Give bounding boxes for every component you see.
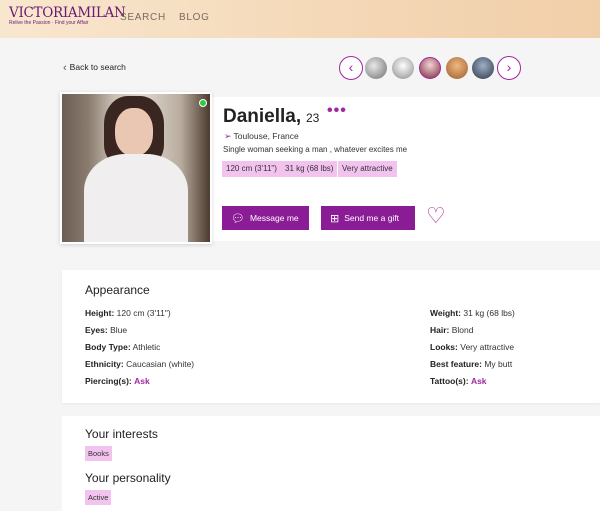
interests-title: Your interests [85,427,158,441]
back-link-label: Back to search [69,62,126,72]
location-text: Toulouse, France [233,131,299,141]
appearance-row: Eyes: Blue [85,325,127,335]
send-gift-label: Send me a gift [344,213,400,223]
profile-thumbnail[interactable] [392,57,414,79]
logo-text: VICTORIAMILAN [9,5,126,21]
profile-thumbnail[interactable] [365,57,387,79]
ask-link[interactable]: Ask [134,376,150,386]
row-label: Hair: [430,325,450,335]
personality-tag: Active [85,490,112,505]
photo-face [115,108,153,156]
top-bar: VICTORIAMILAN Relive the Passion · Find … [0,0,600,38]
message-me-button[interactable]: 💬︎ Message me [222,206,309,230]
personality-title: Your personality [85,471,171,485]
row-label: Body Type: [85,342,131,352]
appearance-row: Piercing(s): Ask [85,376,150,386]
chevron-left-icon: ‹ [348,59,354,75]
appearance-row: Hair: Blond [430,325,474,335]
profile-age: 23 [306,111,320,125]
row-label: Ethnicity: [85,359,124,369]
row-value: Blue [110,325,128,335]
appearance-row: Body Type: Athletic [85,342,160,352]
row-value: 120 cm (3'11") [116,308,171,318]
online-status-dot [199,99,207,107]
profile-bio: Single woman seeking a man , whatever ex… [223,145,408,154]
row-label: Eyes: [85,325,108,335]
row-label: Weight: [430,308,462,318]
profile-photo[interactable] [60,92,212,244]
nav-search[interactable]: SEARCH [120,12,166,23]
appearance-row: Best feature: My butt [430,359,512,369]
appearance-row: Looks: Very attractive [430,342,514,352]
tag-looks: Very attractive [338,161,397,177]
interest-tag: Books [85,446,112,461]
row-value: Very attractive [460,342,515,352]
gift-icon: ⊞ [330,213,340,225]
profile-thumbnail[interactable] [446,57,468,79]
photo-strip-prev-button[interactable]: ‹ [339,56,363,80]
chevron-left-icon: ‹ [63,62,67,74]
row-label: Piercing(s): [85,376,132,386]
appearance-row: Tattoo(s): Ask [430,376,487,386]
appearance-row: Ethnicity: Caucasian (white) [85,359,194,369]
row-label: Height: [85,308,115,318]
row-value: Blond [451,325,474,335]
row-label: Looks: [430,342,458,352]
row-value: 31 kg (68 lbs) [463,308,515,318]
appearance-row: Height: 120 cm (3'11") [85,308,171,318]
row-value: Caucasian (white) [126,359,195,369]
back-to-search-link[interactable]: ‹ Back to search [63,62,126,74]
appearance-title: Appearance [85,283,150,297]
message-me-label: Message me [249,213,299,223]
heart-icon[interactable]: ♡ [426,205,446,227]
row-value: My butt [484,359,513,369]
profile-thumbnail[interactable] [419,57,441,79]
photo-strip-next-button[interactable]: › [497,56,521,80]
profile-thumbnail[interactable] [472,57,494,79]
chevron-right-icon: › [506,59,512,75]
more-options-icon[interactable]: ••• [327,102,347,120]
photo-shirt [84,154,188,242]
nav-blog[interactable]: BLOG [179,12,210,23]
appearance-row: Weight: 31 kg (68 lbs) [430,308,515,318]
location-arrow-icon: ➢ [224,131,232,141]
profile-name: Daniella, [223,106,302,127]
row-label: Best feature: [430,359,482,369]
row-value: Athletic [132,342,161,352]
logo-tagline: Relive the Passion · Find your Affair [9,20,89,26]
profile-location: ➢ Toulouse, France [224,131,299,142]
tag-weight: 31 kg (68 lbs) [281,161,338,177]
row-label: Tattoo(s): [430,376,469,386]
chat-bubble-icon: 💬︎ [231,213,245,225]
logo[interactable]: VICTORIAMILAN Relive the Passion · Find … [9,5,126,32]
ask-link[interactable]: Ask [471,376,487,386]
tag-height: 120 cm (3'11") [222,161,281,177]
send-gift-button[interactable]: ⊞ Send me a gift [321,206,415,230]
